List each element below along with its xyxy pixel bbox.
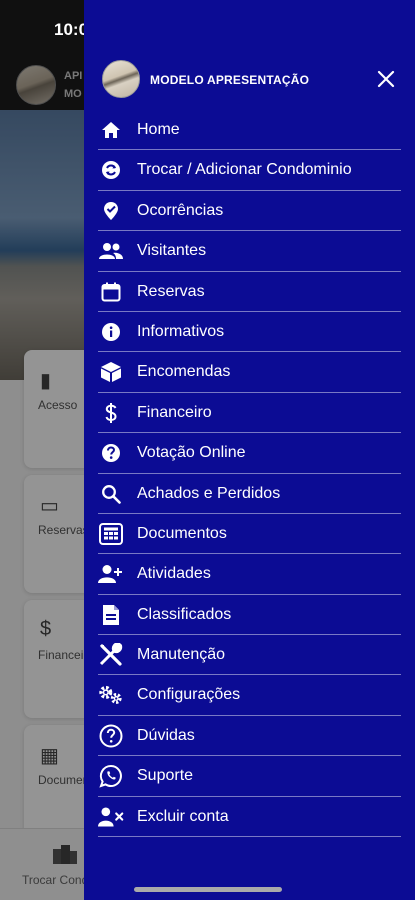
tools-icon [98,643,124,666]
person-add-icon [98,563,124,585]
menu-item-ocorrencias[interactable]: Ocorrências [98,191,401,232]
menu-item-atividades[interactable]: Atividades [98,554,401,595]
occurrence-icon [98,200,124,222]
menu-item-label: Dúvidas [137,726,195,744]
menu-item-manutencao[interactable]: Manutenção [98,635,401,676]
menu-item-trocar-condominio[interactable]: Trocar / Adicionar Condominio [98,150,401,191]
home-icon [98,119,124,141]
package-icon [98,361,124,383]
menu-item-visitantes[interactable]: Visitantes [98,231,401,272]
help-circle-icon [98,442,124,464]
swap-icon [98,159,124,181]
close-icon[interactable] [375,68,397,90]
menu-item-label: Ocorrências [137,201,224,219]
menu-item-reservas[interactable]: Reservas [98,272,401,312]
menu-item-documentos[interactable]: Documentos [98,514,401,555]
whatsapp-icon [98,765,124,788]
drawer-menu: Home Trocar / Adicionar Condominio Ocorr… [98,110,401,838]
menu-item-label: Financeiro [137,403,212,421]
menu-item-label: Trocar / Adicionar Condominio [137,161,352,179]
menu-item-label: Achados e Perdidos [137,484,281,502]
menu-item-label: Encomendas [137,363,231,381]
menu-item-label: Informativos [137,322,225,340]
menu-item-label: Visitantes [137,242,207,260]
menu-item-label: Documentos [137,524,227,542]
menu-item-classificados[interactable]: Classificados [98,595,401,636]
dollar-icon [98,402,124,424]
menu-item-label: Reservas [137,282,205,300]
menu-item-configuracoes[interactable]: Configurações [98,675,401,716]
menu-item-duvidas[interactable]: Dúvidas [98,716,401,757]
menu-item-label: Atividades [137,565,211,583]
condominium-name: MODELO APRESENTAÇÃO [150,73,310,87]
calendar-icon [98,281,124,303]
menu-item-votacao-online[interactable]: Votação Online [98,433,401,474]
gear-icon [98,684,124,706]
menu-item-encomendas[interactable]: Encomendas [98,352,401,393]
menu-item-suporte[interactable]: Suporte [98,756,401,797]
menu-item-label: Excluir conta [137,807,229,825]
question-icon [98,724,124,748]
condominium-avatar [102,60,140,98]
file-icon [98,604,124,626]
menu-item-label: Votação Online [137,444,246,462]
document-icon [98,522,124,545]
menu-item-label: Classificados [137,605,232,623]
menu-item-informativos[interactable]: Informativos [98,312,401,353]
people-icon [98,240,124,262]
menu-item-label: Manutenção [137,646,226,664]
menu-item-home[interactable]: Home [98,110,401,151]
search-icon [98,483,124,505]
remove-user-icon [98,806,124,828]
menu-item-label: Suporte [137,767,194,785]
menu-item-excluir-conta[interactable]: Excluir conta [98,797,401,838]
info-icon [98,321,124,343]
menu-item-financeiro[interactable]: Financeiro [98,393,401,434]
navigation-drawer: MODELO APRESENTAÇÃO Home Trocar / Adicio… [84,0,415,900]
home-indicator[interactable] [134,887,282,892]
menu-item-label: Home [137,121,180,138]
menu-item-achados-e-perdidos[interactable]: Achados e Perdidos [98,474,401,514]
menu-item-label: Configurações [137,686,241,704]
drawer-header: MODELO APRESENTAÇÃO [84,58,415,104]
